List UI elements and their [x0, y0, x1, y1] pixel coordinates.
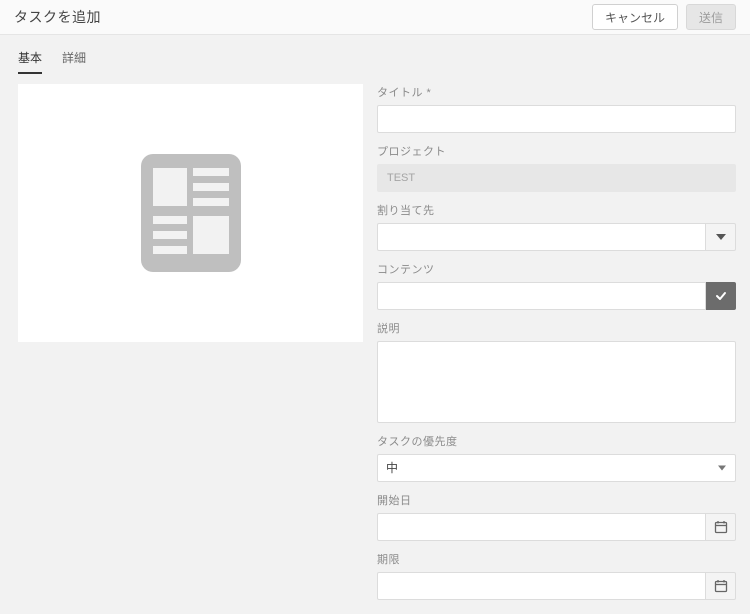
title-input[interactable] [377, 105, 736, 133]
assignee-input[interactable] [377, 223, 706, 251]
start-date-input[interactable] [377, 513, 706, 541]
priority-label: タスクの優先度 [377, 433, 736, 449]
content-label: コンテンツ [377, 261, 736, 277]
app-root: タスクを追加 キャンセル 送信 基本 詳細 [0, 0, 750, 559]
tabs: 基本 詳細 [0, 35, 750, 74]
cancel-button[interactable]: キャンセル [592, 4, 678, 30]
dialog-header: タスクを追加 キャンセル 送信 [0, 0, 750, 35]
preview-panel [18, 84, 363, 342]
description-textarea[interactable] [377, 341, 736, 423]
priority-select[interactable]: 中 [377, 454, 736, 482]
tab-detail[interactable]: 詳細 [62, 49, 86, 74]
start-date-calendar-button[interactable] [706, 513, 736, 541]
content-input[interactable] [377, 282, 706, 310]
assignee-dropdown-button[interactable] [706, 223, 736, 251]
due-date-label: 期限 [377, 551, 736, 567]
dialog-body: タイトル * プロジェクト TEST 割り当て先 コンテンツ [0, 74, 750, 614]
calendar-icon [714, 579, 728, 593]
check-icon [715, 290, 727, 302]
submit-button[interactable]: 送信 [686, 4, 736, 30]
start-date-label: 開始日 [377, 492, 736, 508]
content-check-button[interactable] [706, 282, 736, 310]
description-label: 説明 [377, 320, 736, 336]
project-label: プロジェクト [377, 143, 736, 159]
title-label: タイトル * [377, 84, 736, 100]
project-field: TEST [377, 164, 736, 192]
form-panel: タイトル * プロジェクト TEST 割り当て先 コンテンツ [377, 84, 736, 600]
header-actions: キャンセル 送信 [592, 4, 736, 30]
calendar-icon [714, 520, 728, 534]
due-date-input[interactable] [377, 572, 706, 600]
due-date-calendar-button[interactable] [706, 572, 736, 600]
caret-down-icon [716, 234, 726, 240]
assignee-label: 割り当て先 [377, 202, 736, 218]
dialog-title: タスクを追加 [14, 7, 101, 27]
document-placeholder-icon [141, 154, 241, 272]
tab-basic[interactable]: 基本 [18, 49, 42, 74]
